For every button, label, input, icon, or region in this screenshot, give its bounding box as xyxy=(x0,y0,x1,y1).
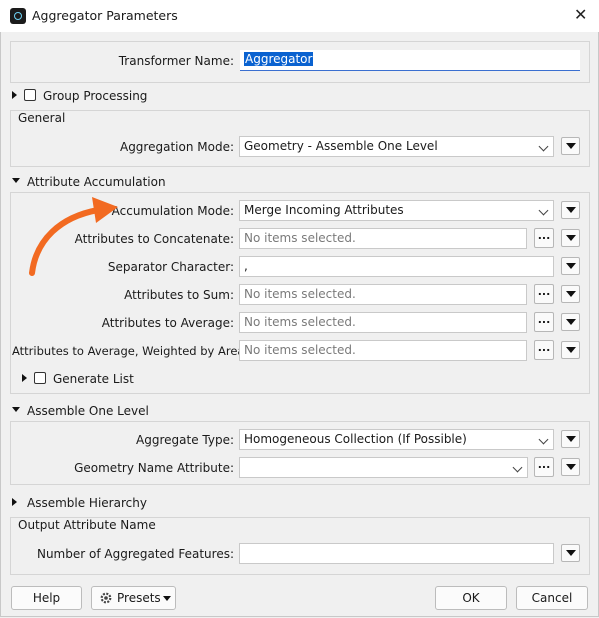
sum-browse-button[interactable]: ... xyxy=(534,284,554,304)
weighted-average-label: Attributes to Average, Weighted by Area: xyxy=(12,344,249,358)
accumulation-mode-menu-button[interactable] xyxy=(561,201,580,219)
caret-down-icon xyxy=(163,596,171,601)
weighted-average-browse-button[interactable]: ... xyxy=(534,340,554,360)
geometry-name-menu-button[interactable] xyxy=(561,458,580,476)
num-features-input[interactable] xyxy=(239,543,554,564)
sum-input[interactable]: No items selected. xyxy=(239,284,527,305)
separator-menu-button[interactable] xyxy=(561,257,580,275)
aggregate-type-select[interactable]: Homogeneous Collection (If Possible) xyxy=(239,429,554,450)
general-title: General xyxy=(18,111,66,125)
aggregate-type-value: Homogeneous Collection (If Possible) xyxy=(244,432,467,446)
average-menu-button[interactable] xyxy=(561,313,580,331)
assemble-hierarchy-title: Assemble Hierarchy xyxy=(27,496,147,510)
window-title: Aggregator Parameters xyxy=(32,8,178,23)
assemble-one-level-title: Assemble One Level xyxy=(27,404,149,418)
group-processing-label: Group Processing xyxy=(43,89,148,103)
average-label: Attributes to Average: xyxy=(101,316,234,330)
geometry-name-browse-button[interactable]: ... xyxy=(534,457,554,477)
concatenate-placeholder: No items selected. xyxy=(244,231,356,245)
geometry-name-select[interactable] xyxy=(239,457,528,478)
accumulation-mode-value: Merge Incoming Attributes xyxy=(244,203,404,217)
geometry-name-label: Geometry Name Attribute: xyxy=(74,461,234,475)
collapse-arrow-icon[interactable] xyxy=(12,407,20,412)
chevron-down-icon xyxy=(538,141,549,152)
aggregate-type-label: Aggregate Type: xyxy=(136,433,234,447)
expand-arrow-icon[interactable] xyxy=(22,374,27,382)
cancel-button[interactable]: Cancel xyxy=(516,586,588,610)
concatenate-browse-button[interactable]: ... xyxy=(534,228,554,248)
weighted-average-menu-button[interactable] xyxy=(561,341,580,359)
sum-menu-button[interactable] xyxy=(561,285,580,303)
generate-list-checkbox[interactable] xyxy=(34,372,46,384)
chevron-down-icon xyxy=(538,205,549,216)
transformer-name-label: Transformer Name: xyxy=(118,54,234,68)
attribute-accumulation-title: Attribute Accumulation xyxy=(27,175,166,189)
transformer-name-value: Aggregator xyxy=(244,52,314,66)
aggregate-type-menu-button[interactable] xyxy=(561,430,580,448)
group-processing-checkbox[interactable] xyxy=(24,89,36,101)
expand-arrow-icon[interactable] xyxy=(12,91,17,99)
separator-value: , xyxy=(244,259,248,273)
num-features-label: Number of Aggregated Features: xyxy=(36,547,234,561)
help-button[interactable]: Help xyxy=(11,586,82,610)
presets-button[interactable]: Presets xyxy=(91,586,176,610)
gear-icon xyxy=(100,592,112,604)
annotation-arrow-icon xyxy=(29,197,118,276)
aggregation-mode-menu-button[interactable] xyxy=(561,137,580,155)
aggregation-mode-label: Aggregation Mode: xyxy=(119,140,234,154)
accumulation-mode-select[interactable]: Merge Incoming Attributes xyxy=(239,200,554,221)
chevron-down-icon xyxy=(538,434,549,445)
num-features-menu-button[interactable] xyxy=(561,544,580,562)
app-icon xyxy=(10,8,26,24)
aggregation-mode-select[interactable]: Geometry - Assemble One Level xyxy=(239,136,554,157)
average-placeholder: No items selected. xyxy=(244,315,356,329)
sum-label: Attributes to Sum: xyxy=(124,288,234,302)
average-input[interactable]: No items selected. xyxy=(239,312,527,333)
presets-label: Presets xyxy=(117,591,161,605)
transformer-name-input[interactable]: Aggregator xyxy=(240,50,580,71)
expand-arrow-icon[interactable] xyxy=(12,498,17,506)
concatenate-input[interactable]: No items selected. xyxy=(239,228,527,249)
aggregation-mode-value: Geometry - Assemble One Level xyxy=(244,139,438,153)
separator-input[interactable]: , xyxy=(239,256,554,277)
weighted-average-placeholder: No items selected. xyxy=(244,343,356,357)
average-browse-button[interactable]: ... xyxy=(534,312,554,332)
generate-list-label: Generate List xyxy=(53,372,134,386)
concatenate-menu-button[interactable] xyxy=(561,229,580,247)
close-icon[interactable]: ✕ xyxy=(574,5,587,24)
weighted-average-input[interactable]: No items selected. xyxy=(239,340,527,361)
ok-button[interactable]: OK xyxy=(435,586,507,610)
collapse-arrow-icon[interactable] xyxy=(12,178,20,183)
output-attribute-title: Output Attribute Name xyxy=(18,518,156,532)
sum-placeholder: No items selected. xyxy=(244,287,356,301)
chevron-down-icon xyxy=(512,462,523,473)
